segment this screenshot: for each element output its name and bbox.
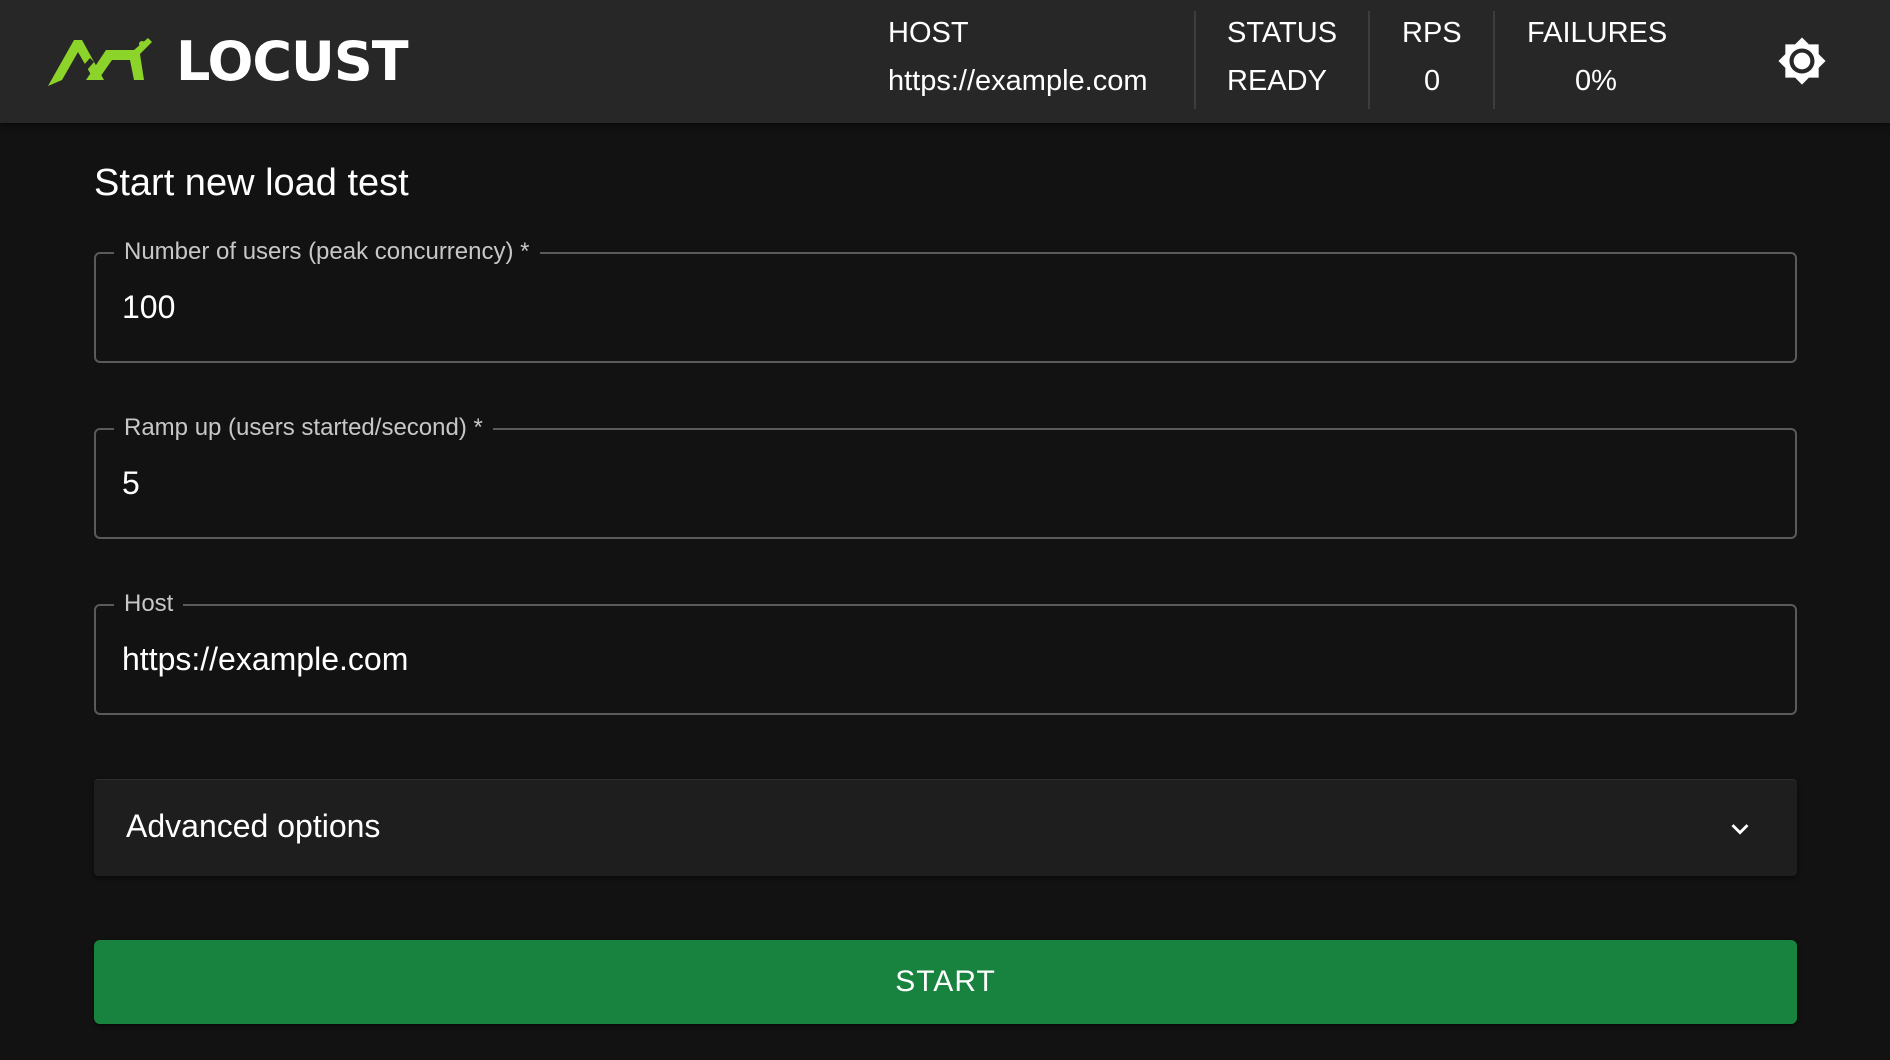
locust-logo-icon	[48, 38, 152, 86]
ramp-up-field-label: Ramp up (users started/second) *	[114, 410, 493, 446]
advanced-options-label: Advanced options	[126, 808, 381, 844]
divider	[1368, 11, 1370, 109]
locust-logo[interactable]: LOCUST	[46, 30, 409, 93]
stat-status-value: READY	[1227, 65, 1327, 97]
users-field-label: Number of users (peak concurrency) *	[114, 234, 540, 270]
start-button[interactable]: START	[94, 940, 1797, 1024]
ramp-up-field: Ramp up (users started/second) *	[94, 410, 1797, 539]
sun-icon	[1778, 37, 1826, 85]
stat-host-label: HOST	[888, 17, 969, 49]
advanced-options-accordion[interactable]: Advanced options	[94, 779, 1797, 876]
divider	[1194, 11, 1196, 109]
logo-text: LOCUST	[176, 30, 409, 93]
theme-toggle-button[interactable]	[1777, 36, 1827, 86]
stat-status-label: STATUS	[1227, 17, 1338, 49]
page-title: Start new load test	[94, 162, 409, 204]
divider	[1493, 11, 1495, 109]
host-field: Host	[94, 586, 1797, 715]
ramp-up-input[interactable]	[122, 460, 1762, 506]
stat-failures-label: FAILURES	[1527, 17, 1668, 49]
chevron-down-icon	[1723, 812, 1757, 846]
stat-host-value: https://example.com	[888, 65, 1148, 97]
users-input[interactable]	[122, 284, 1762, 330]
stat-rps-label: RPS	[1402, 17, 1462, 49]
host-input[interactable]	[122, 636, 1762, 682]
stat-failures-value: 0%	[1575, 65, 1617, 97]
host-field-label: Host	[114, 586, 184, 622]
users-field: Number of users (peak concurrency) *	[94, 234, 1797, 363]
stat-rps-value: 0	[1424, 65, 1441, 97]
top-bar: LOCUST HOST https://example.com STATUS R…	[0, 0, 1890, 123]
